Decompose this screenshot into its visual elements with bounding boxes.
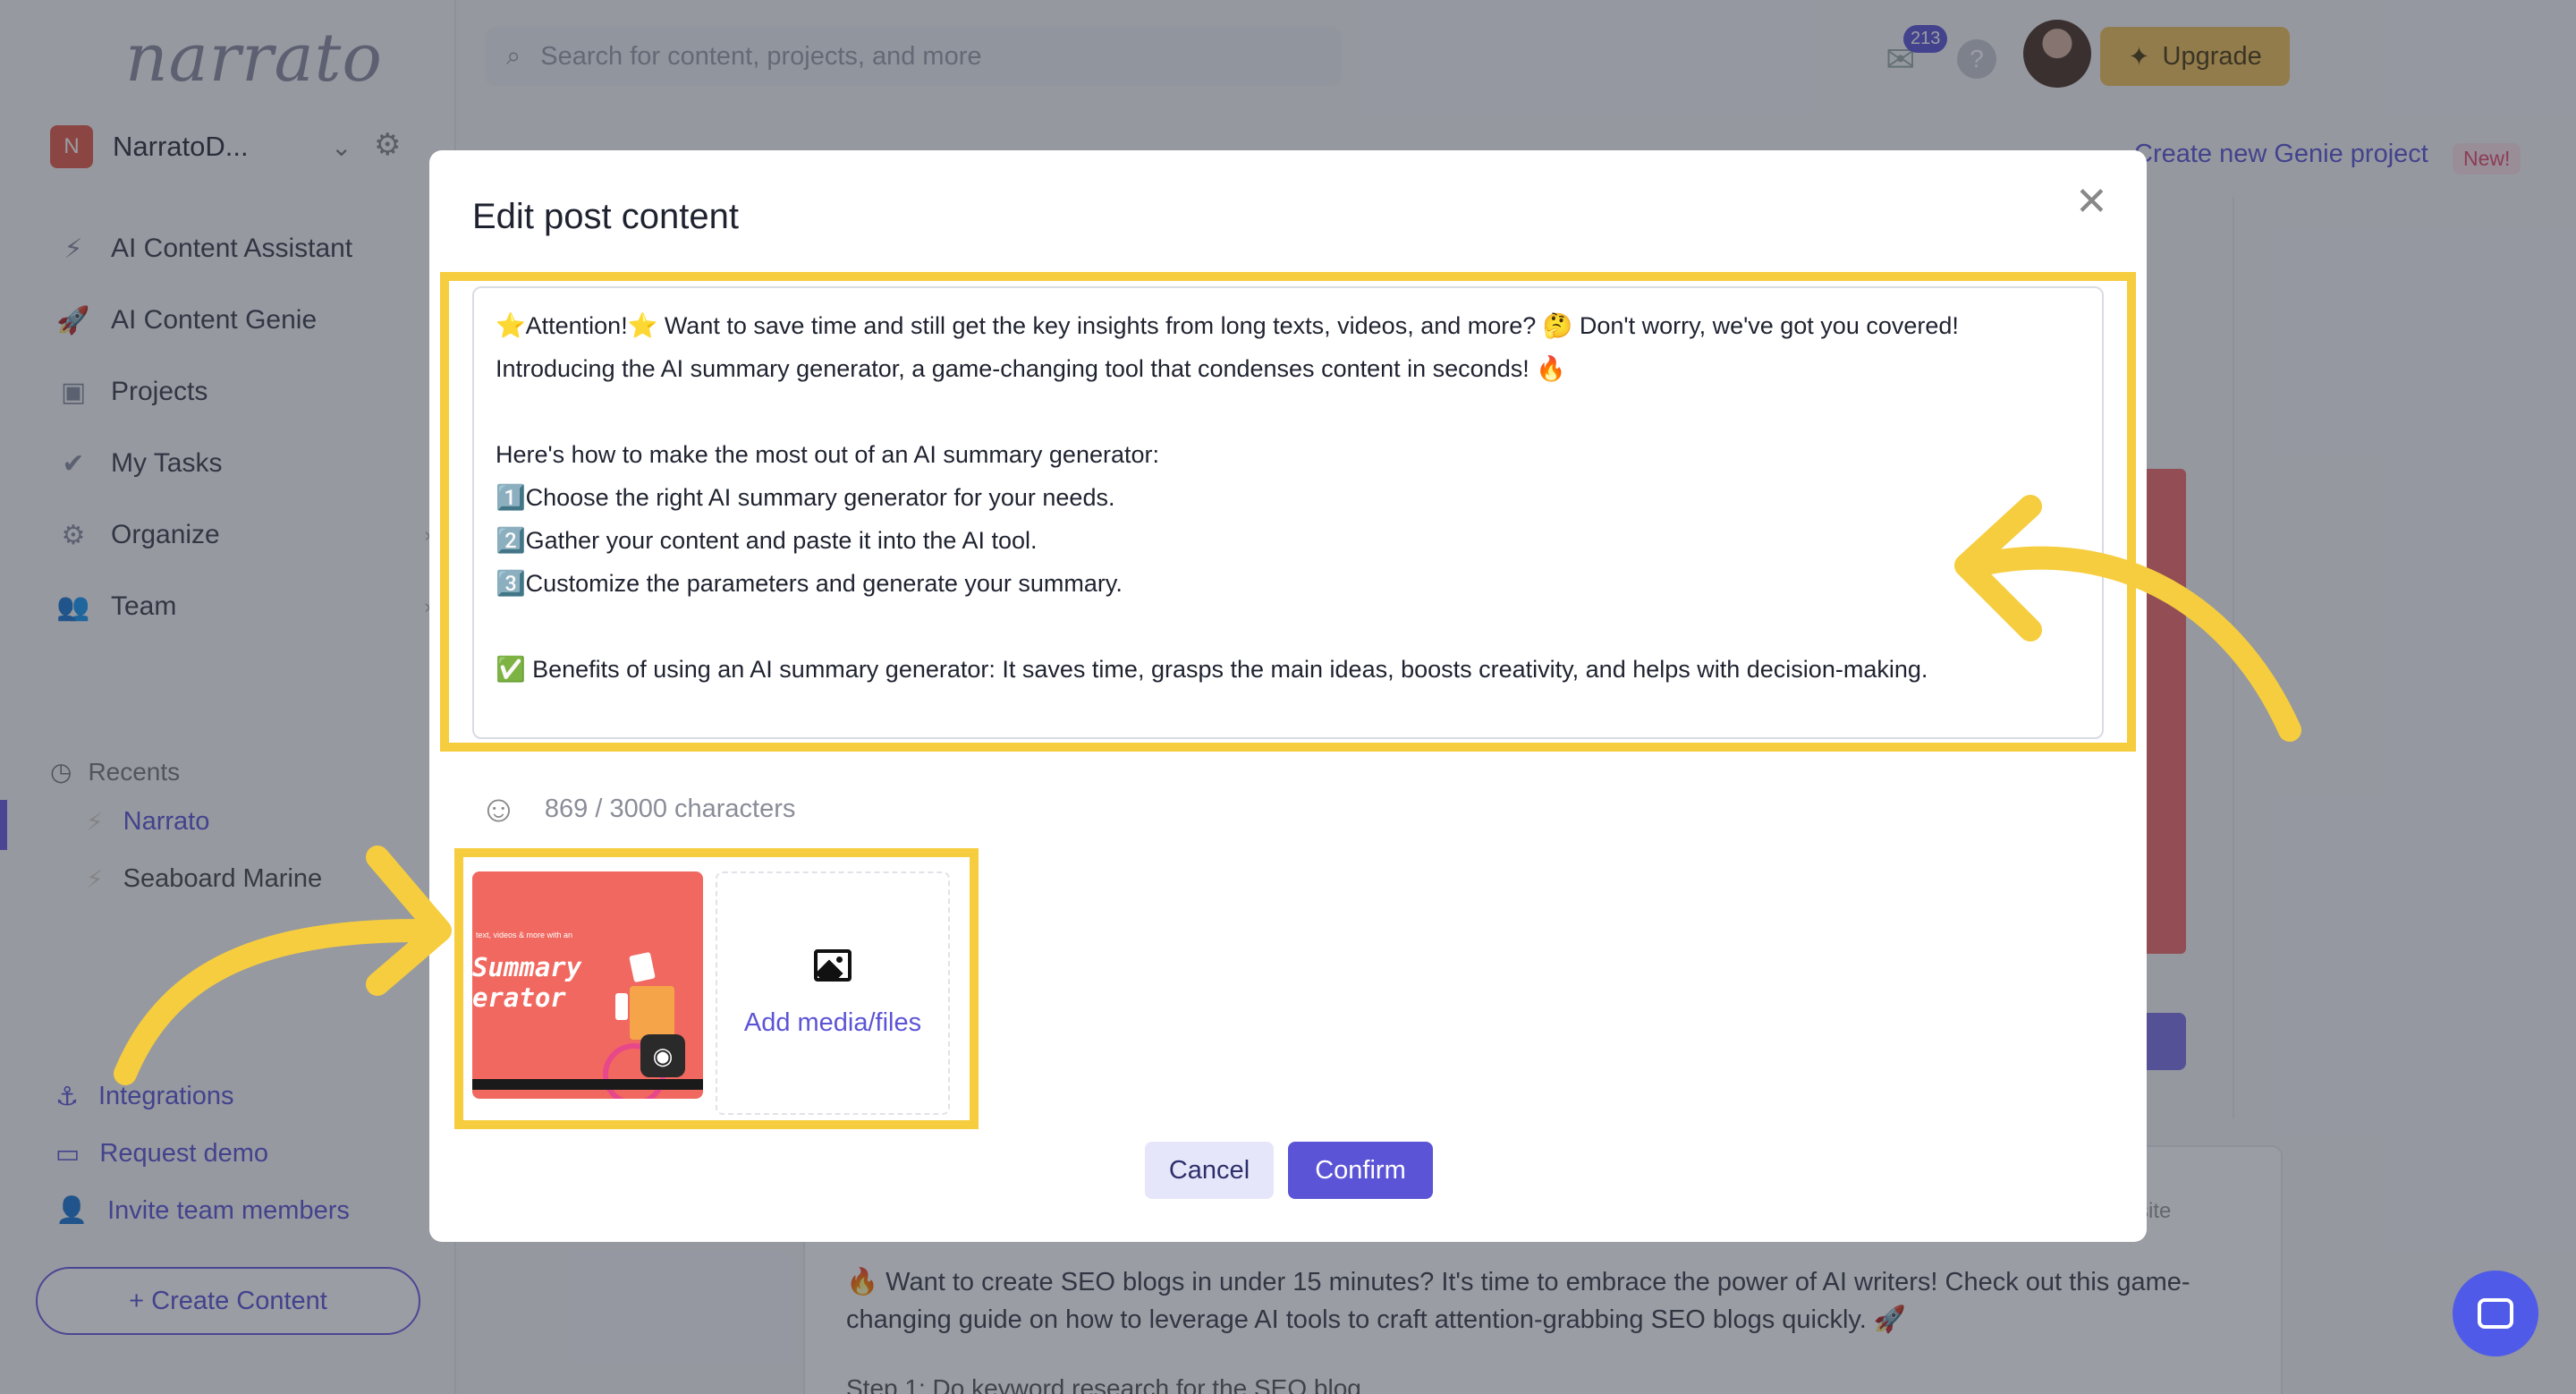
document-icon (615, 993, 628, 1020)
character-counter: ☺ 869 / 3000 characters (479, 787, 795, 830)
post-content-editor[interactable]: ⭐Attention!⭐ Want to save time and still… (472, 286, 2104, 739)
add-media-button[interactable]: Add media/files (716, 871, 950, 1115)
emoji-picker-icon[interactable]: ☺ (479, 787, 518, 830)
thumbnail-title: Summary erator (472, 952, 582, 1013)
chat-launcher-button[interactable] (2453, 1271, 2538, 1356)
modal-title: Edit post content (472, 197, 739, 236)
chat-icon (2478, 1298, 2513, 1329)
thumbnail-small-text: text, videos & more with an (476, 931, 573, 939)
add-media-label: Add media/files (743, 1007, 922, 1037)
edit-post-modal: Edit post content ✕ ⭐Attention!⭐ Want to… (429, 150, 2147, 1242)
media-thumbnail[interactable]: text, videos & more with an Summary erat… (472, 871, 703, 1099)
thumbnail-bar (472, 1079, 703, 1090)
document-icon (629, 951, 656, 983)
cancel-button[interactable]: Cancel (1145, 1142, 1274, 1199)
camera-icon[interactable]: ◉ (640, 1034, 685, 1077)
confirm-button[interactable]: Confirm (1288, 1142, 1433, 1199)
close-icon[interactable]: ✕ (2075, 183, 2108, 222)
char-count: 869 / 3000 characters (544, 794, 796, 823)
document-icon (630, 986, 674, 1040)
image-icon (814, 948, 852, 982)
